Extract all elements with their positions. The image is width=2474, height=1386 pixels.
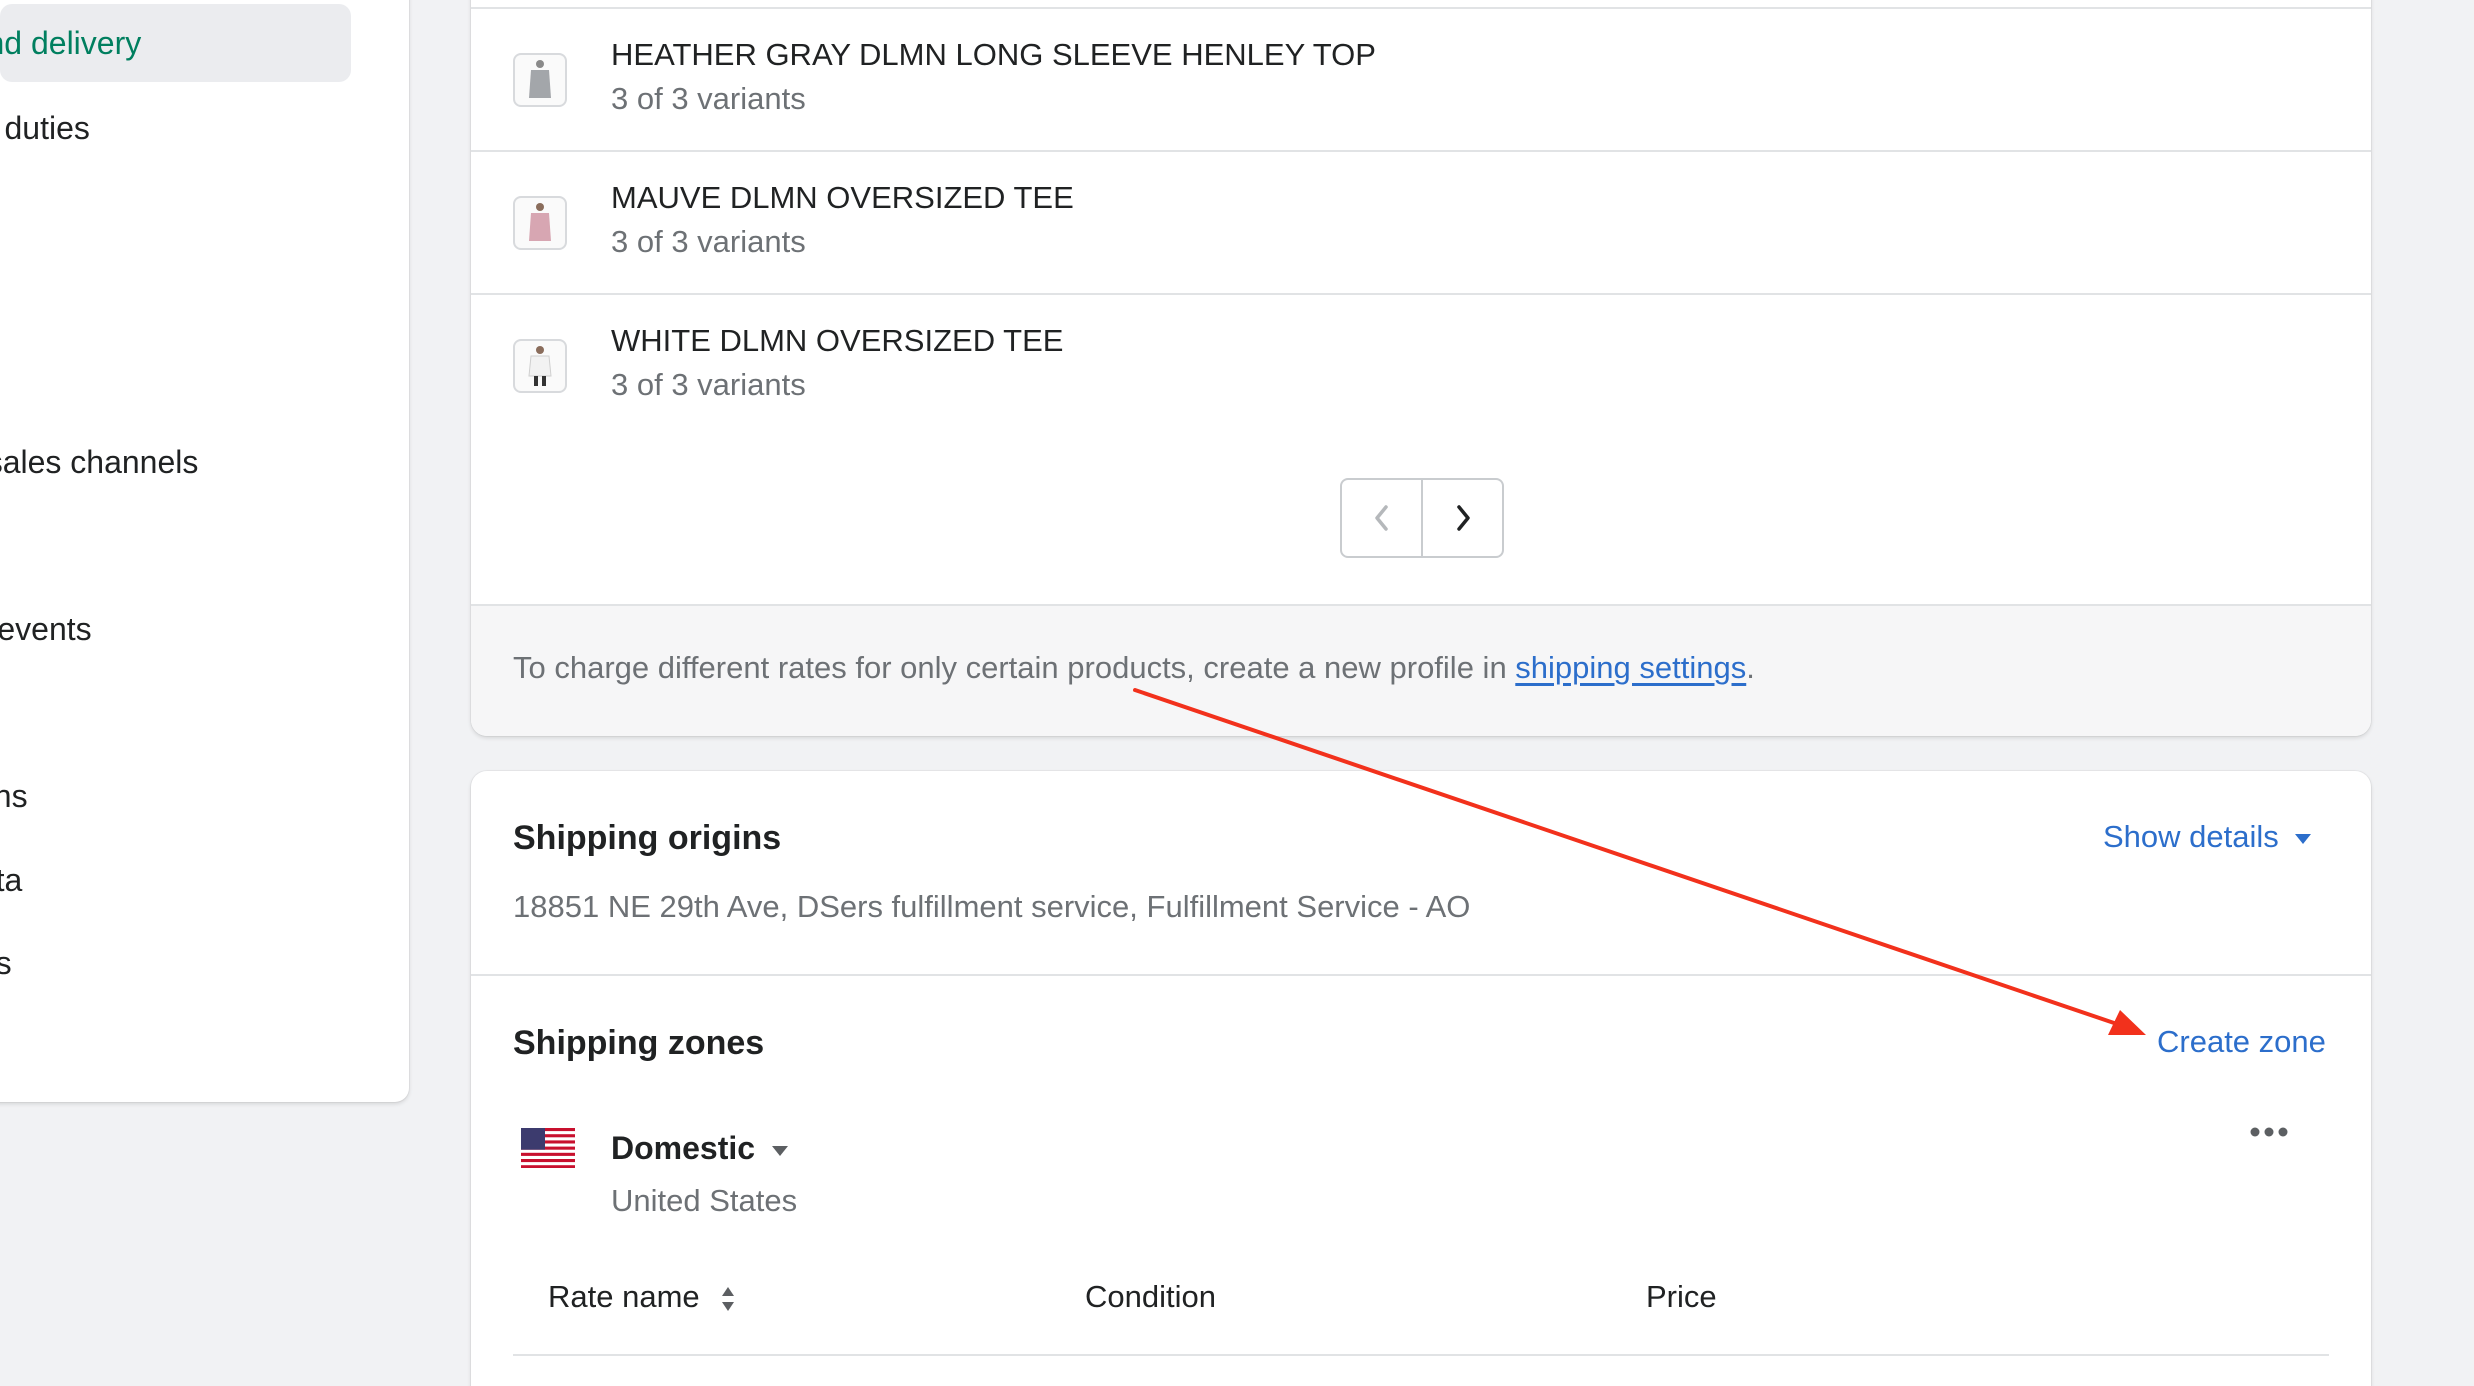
chevron-right-icon xyxy=(1456,505,1470,531)
shipping-zones-title: Shipping zones xyxy=(513,1024,765,1062)
section-divider xyxy=(471,974,2371,976)
product-variants: 3 of 3 variants xyxy=(611,81,806,116)
shipping-settings-link[interactable]: shipping settings xyxy=(1515,650,1746,685)
show-details-link[interactable]: Show details xyxy=(2103,819,2313,855)
sidebar-item-label: ges xyxy=(0,945,12,981)
zone-name-button[interactable]: Domestic xyxy=(611,1130,790,1167)
shirt-gray-icon xyxy=(529,60,551,98)
sidebar-item-apps-and-sales-channels[interactable]: d sales channels xyxy=(0,434,198,490)
product-row[interactable]: WHITE DLMN OVERSIZED TEE 3 of 3 variants xyxy=(471,293,2371,604)
more-actions-button[interactable] xyxy=(2249,1125,2289,1144)
products-card: HEATHER GRAY DLMN LONG SLEEVE HENLEY TOP… xyxy=(471,0,2371,736)
settings-sidebar: g and delivery nd duties ns ls d sales c… xyxy=(0,0,409,1102)
sidebar-item-label: er events xyxy=(0,611,92,647)
caret-down-icon xyxy=(771,1145,788,1156)
shirt-mauve-icon xyxy=(529,203,551,241)
sidebar-item-label: d sales channels xyxy=(0,444,199,480)
sidebar-item-custom-data[interactable]: data xyxy=(0,852,22,908)
sidebar-item-label: data xyxy=(0,862,23,898)
caret-down-icon xyxy=(2295,833,2312,844)
profile-note-text: To charge different rates for only certa… xyxy=(513,650,1755,685)
sidebar-item-label: g and delivery xyxy=(0,25,142,61)
chevron-left-icon xyxy=(1374,505,1388,531)
sidebar-item-label: nd duties xyxy=(0,110,90,146)
product-variants: 3 of 3 variants xyxy=(611,224,806,259)
sidebar-item-customer-events[interactable]: er events xyxy=(0,601,92,657)
ellipsis-icon xyxy=(2250,1127,2288,1137)
product-thumbnail xyxy=(513,196,567,250)
product-row[interactable]: HEATHER GRAY DLMN LONG SLEEVE HENLEY TOP… xyxy=(471,7,2371,150)
previous-page-button[interactable] xyxy=(1342,480,1421,556)
product-thumbnail xyxy=(513,339,567,393)
shipping-origin-address: 18851 NE 29th Ave, DSers fulfillment ser… xyxy=(513,889,1471,924)
sidebar-item-notifications[interactable]: tions xyxy=(0,768,28,824)
table-header-divider xyxy=(513,1354,2329,1356)
sidebar-item-label: tions xyxy=(0,778,28,814)
product-title[interactable]: WHITE DLMN OVERSIZED TEE xyxy=(611,323,1063,359)
shipping-origins-title: Shipping origins xyxy=(513,819,782,857)
product-thumbnail xyxy=(513,53,567,107)
sort-icon xyxy=(722,1286,735,1311)
shipping-card: Shipping origins Show details 18851 NE 2… xyxy=(471,771,2371,1386)
rate-name-column-header[interactable]: Rate name xyxy=(548,1279,736,1315)
next-page-button[interactable] xyxy=(1421,480,1502,556)
zone-country: United States xyxy=(611,1183,798,1218)
sidebar-item-languages[interactable]: ges xyxy=(0,935,12,991)
condition-column-header: Condition xyxy=(1085,1279,1216,1314)
us-flag-icon xyxy=(521,1128,575,1173)
price-column-header: Price xyxy=(1646,1279,1717,1314)
shirt-white-icon xyxy=(528,346,552,386)
sidebar-item-taxes-and-duties[interactable]: nd duties xyxy=(0,100,90,156)
product-title[interactable]: HEATHER GRAY DLMN LONG SLEEVE HENLEY TOP xyxy=(611,37,1376,73)
create-zone-link[interactable]: Create zone xyxy=(2157,1024,2326,1060)
sidebar-item-shipping-and-delivery[interactable]: g and delivery xyxy=(0,4,351,82)
product-title[interactable]: MAUVE DLMN OVERSIZED TEE xyxy=(611,180,1074,216)
profile-note: To charge different rates for only certa… xyxy=(471,604,2371,736)
pagination xyxy=(1340,478,1504,558)
product-variants: 3 of 3 variants xyxy=(611,367,806,402)
product-row[interactable]: MAUVE DLMN OVERSIZED TEE 3 of 3 variants xyxy=(471,150,2371,293)
